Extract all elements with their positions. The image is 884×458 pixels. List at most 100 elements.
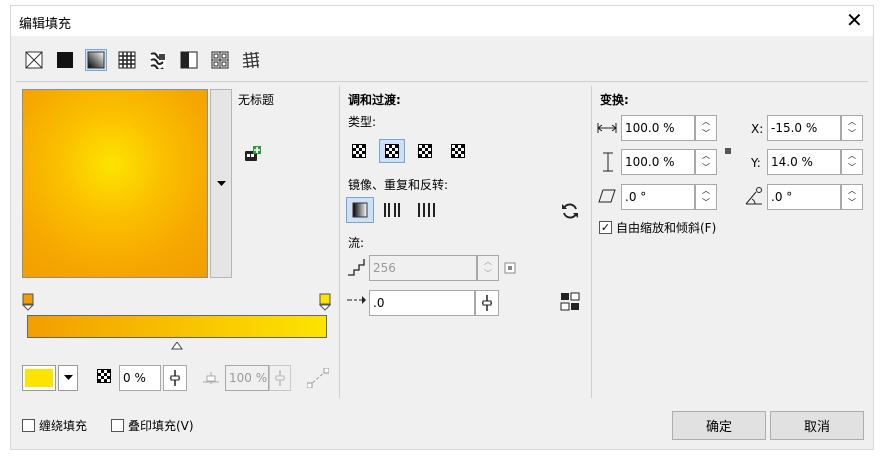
fountain-fill-button[interactable]	[85, 49, 107, 71]
add-to-library-icon	[245, 146, 261, 161]
mirror-group	[346, 197, 442, 223]
smooth-transition-button[interactable]	[560, 292, 580, 315]
no-fill-icon	[25, 51, 43, 69]
linear-type-button[interactable]	[346, 139, 372, 163]
overprint-fill-checkbox[interactable]	[111, 419, 124, 432]
lock-icon	[504, 262, 516, 274]
two-color-pattern-fill-button[interactable]	[178, 49, 200, 71]
wrap-fill-option[interactable]: 缠绕填充	[22, 417, 87, 434]
end-node-handle[interactable]	[318, 293, 332, 314]
start-node-handle[interactable]	[21, 293, 35, 314]
column-divider-2	[591, 86, 592, 398]
texture-fill-icon	[211, 51, 229, 69]
free-scale-label: 自由缩放和倾斜(F)	[616, 221, 717, 235]
reverse-button[interactable]	[560, 201, 580, 224]
caret-down-icon	[63, 375, 73, 380]
start-node-icon	[21, 293, 35, 311]
skew-spinner[interactable]: ︿ ﹀	[695, 184, 717, 210]
vector-pattern-fill-button[interactable]	[116, 49, 138, 71]
vector-pattern-icon	[118, 51, 136, 69]
free-scale-option[interactable]: ✓ 自由缩放和倾斜(F)	[599, 219, 716, 236]
fill-type-toolbar	[23, 46, 262, 74]
fill-preview	[22, 89, 208, 278]
elliptical-type-button[interactable]	[379, 139, 405, 163]
transform-heading: 变换:	[600, 93, 629, 107]
midpoint-handle[interactable]	[171, 339, 183, 353]
opacity-input[interactable]: 0 %	[119, 365, 161, 391]
postscript-fill-button[interactable]	[240, 49, 262, 71]
node-color-swatch[interactable]	[22, 365, 56, 391]
cancel-button[interactable]: 取消	[770, 411, 864, 440]
wrap-fill-checkbox[interactable]	[22, 419, 35, 432]
height-input[interactable]: 100.0 %	[621, 149, 695, 175]
title-bar: 编辑填充 ✕	[11, 6, 873, 36]
default-fill-button[interactable]	[346, 197, 374, 223]
postscript-fill-icon	[242, 51, 260, 69]
x-label: X:	[751, 122, 764, 136]
fountain-type-group	[346, 139, 471, 163]
dialog-title: 编辑填充	[19, 17, 72, 32]
width-icon	[597, 122, 617, 137]
steps-spinner[interactable]: ︿ ﹀	[477, 255, 499, 281]
smooth-transition-icon	[560, 292, 580, 311]
preset-name: 无标题	[238, 93, 275, 107]
uniform-fill-button[interactable]	[54, 49, 76, 71]
color-blend-icon[interactable]	[306, 367, 330, 391]
dialog-footer: 缠绕填充 叠印填充(V) 确定 取消	[11, 403, 873, 449]
caret-down-icon	[216, 180, 226, 186]
acceleration-slider-button[interactable]	[475, 290, 499, 316]
elliptical-fill-icon	[385, 144, 399, 158]
width-input[interactable]: 100.0 %	[621, 115, 695, 141]
overprint-fill-option[interactable]: 叠印填充(V)	[111, 417, 194, 434]
slider-icon	[170, 370, 180, 386]
two-color-pattern-icon	[180, 51, 198, 69]
conical-type-button[interactable]	[412, 139, 438, 163]
rectangular-fill-icon	[451, 144, 465, 158]
fountain-fill-icon	[87, 51, 105, 69]
repeat-mirror-button[interactable]	[380, 197, 408, 223]
no-fill-button[interactable]	[23, 49, 45, 71]
y-offset-input[interactable]: 14.0 %	[767, 149, 841, 175]
x-offset-input[interactable]: -15.0 %	[767, 115, 841, 141]
ok-button[interactable]: 确定	[672, 411, 766, 440]
position-slider-button[interactable]	[269, 365, 291, 391]
repeat-button[interactable]	[414, 197, 442, 223]
type-label: 类型:	[348, 115, 377, 129]
rotate-spinner[interactable]: ︿ ﹀	[841, 184, 863, 210]
height-icon	[602, 152, 614, 175]
width-spinner[interactable]: ︿ ﹀	[695, 115, 717, 141]
proportion-lock-icon[interactable]	[725, 143, 731, 157]
bitmap-pattern-fill-button[interactable]	[147, 49, 169, 71]
node-position-icon	[201, 370, 221, 389]
repeat-icon	[418, 203, 435, 217]
free-scale-checkbox[interactable]: ✓	[599, 221, 612, 234]
steps-input[interactable]: 256	[369, 255, 477, 281]
texture-fill-button[interactable]	[209, 49, 231, 71]
steps-lock-button[interactable]	[504, 262, 516, 277]
gradient-bar[interactable]	[27, 315, 327, 338]
wrap-fill-label: 缠绕填充	[39, 419, 88, 433]
node-position-input[interactable]: 100 %	[225, 365, 269, 391]
preset-dropdown-button[interactable]	[210, 89, 232, 278]
mirror-label: 镜像、重复和反转:	[348, 178, 449, 192]
opacity-slider-button[interactable]	[163, 365, 187, 391]
close-button[interactable]: ✕	[846, 8, 863, 32]
y-offset-spinner[interactable]: ︿ ﹀	[841, 149, 863, 175]
x-offset-spinner[interactable]: ︿ ﹀	[841, 115, 863, 141]
skew-input[interactable]: .0 °	[621, 184, 695, 210]
skew-icon	[598, 188, 616, 207]
column-divider-1	[339, 86, 340, 398]
rectangular-type-button[interactable]	[445, 139, 471, 163]
add-preset-button[interactable]	[244, 146, 262, 165]
node-color-dropdown[interactable]	[58, 365, 78, 391]
acceleration-input[interactable]: .0	[369, 290, 475, 316]
flow-label: 流:	[348, 236, 365, 250]
transparency-icon	[97, 369, 111, 383]
conical-fill-icon	[418, 144, 432, 158]
end-node-icon	[318, 293, 332, 311]
y-label: Y:	[751, 156, 761, 170]
height-spinner[interactable]: ︿ ﹀	[695, 149, 717, 175]
midpoint-icon	[171, 341, 183, 350]
edit-fill-dialog: 编辑填充 ✕ 无标题 0 % 100 % 调和过渡: 类型: 镜像、重复和反转:…	[10, 5, 874, 450]
rotate-input[interactable]: .0 °	[767, 184, 841, 210]
